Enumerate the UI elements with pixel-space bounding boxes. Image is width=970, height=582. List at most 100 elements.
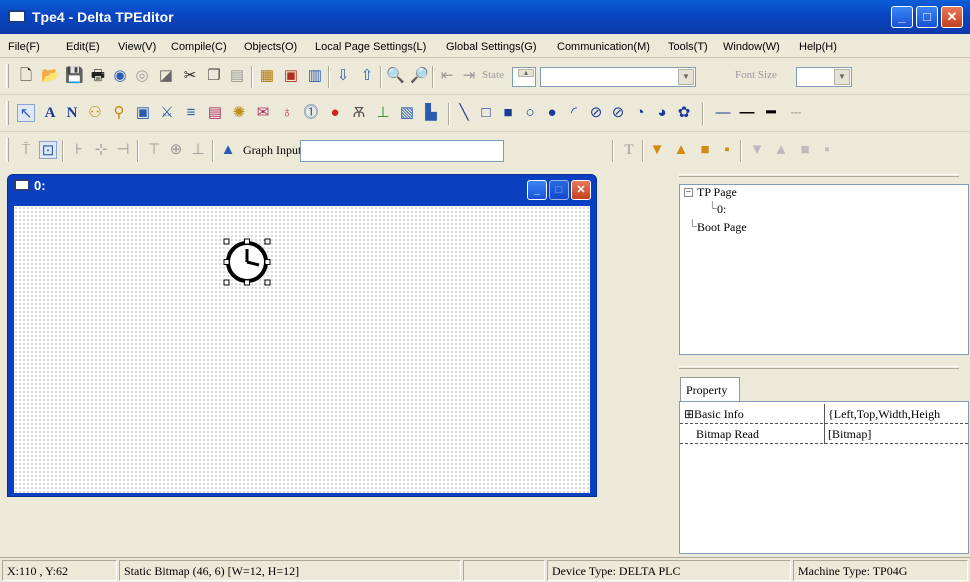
page-settings-icon[interactable]: ▦ (258, 67, 276, 85)
bitmap-icon[interactable]: ▥ (306, 67, 324, 85)
trend-graph-icon[interactable]: ▧ (398, 104, 416, 122)
panel-grip[interactable] (679, 174, 959, 177)
align-center-vertical-icon[interactable]: ⍑ (17, 141, 35, 159)
layer-forward-icon[interactable]: ■ (696, 141, 714, 159)
pipe-icon[interactable]: ✺ (230, 104, 248, 122)
xy-chart-icon[interactable]: ▙ (422, 104, 440, 122)
state-spinner[interactable]: ▴ (512, 67, 536, 87)
filled-circle-icon[interactable]: ● (543, 104, 561, 122)
menu-compile[interactable]: Compile(C) (171, 41, 227, 53)
transfer-up-icon[interactable]: ⇧ (358, 67, 376, 85)
text-format-icon[interactable]: T (620, 141, 638, 159)
maximize-button[interactable]: □ (916, 6, 938, 28)
menu-view[interactable]: View(V) (118, 41, 156, 53)
gauge-icon[interactable]: Ѫ (350, 104, 368, 122)
filled-pie-icon[interactable]: ◕ (653, 104, 671, 122)
clock-bitmap-object[interactable] (223, 238, 271, 286)
design-canvas[interactable] (14, 206, 590, 493)
input-object-icon[interactable]: ⊥ (374, 104, 392, 122)
layer-front-icon[interactable]: ▪ (718, 141, 736, 159)
chord-icon[interactable]: ⊘ (609, 104, 627, 122)
property-row[interactable]: ⊞Basic Info {Left,Top,Width,Heigh (680, 404, 968, 424)
page-window[interactable]: 0: _ □ ✕ (7, 174, 597, 497)
print-icon[interactable]: 🖶 (89, 67, 107, 85)
menu-objects[interactable]: Objects(O) (244, 41, 297, 53)
align-bottom-icon[interactable]: ⊥ (189, 141, 207, 159)
align-center-icon[interactable]: ⊡ (39, 141, 57, 159)
state-select[interactable]: ▼ (540, 67, 696, 87)
color-fill-icon[interactable]: ▲ (219, 141, 237, 159)
switch-icon[interactable]: ⚔ (158, 104, 176, 122)
polygon-icon[interactable]: ✿ (675, 104, 693, 122)
upload-icon[interactable]: ◎ (133, 67, 151, 85)
bar-graph-icon[interactable]: ▤ (206, 104, 224, 122)
copy-icon[interactable]: ❐ (205, 67, 223, 85)
page-maximize-button[interactable]: □ (549, 180, 569, 200)
layer-top-icon[interactable]: ▲ (672, 141, 690, 159)
multi-button-icon[interactable]: ⚇ (86, 104, 104, 122)
open-folder-icon[interactable]: 📂 (41, 67, 60, 85)
graph-input-field[interactable] (300, 140, 504, 162)
layer-up-icon[interactable]: ▼ (648, 141, 666, 159)
download-icon[interactable]: ◉ (111, 67, 129, 85)
align-middle-icon[interactable]: ⊕ (167, 141, 185, 159)
menu-global-settings[interactable]: Global Settings(G) (446, 41, 536, 53)
font-size-select[interactable]: ▼ (796, 67, 852, 87)
rectangle-icon[interactable]: □ (477, 104, 495, 122)
page-close-button[interactable]: ✕ (571, 180, 591, 200)
counter-icon[interactable]: ⓵ (302, 104, 320, 122)
menu-local-page-settings[interactable]: Local Page Settings(L) (315, 41, 426, 53)
cut-icon[interactable]: ✂ (181, 67, 199, 85)
tree-collapse-icon[interactable]: − (684, 188, 693, 198)
menu-help[interactable]: Help(H) (799, 41, 837, 53)
transfer-down-icon[interactable]: ⇩ (334, 67, 352, 85)
tree-node-boot-page[interactable]: Boot Page (697, 220, 747, 235)
meter-icon[interactable]: ≡ (182, 104, 200, 122)
minimize-button[interactable]: _ (891, 6, 913, 28)
tree-node-tp-page[interactable]: TP Page (697, 185, 737, 200)
lamp-icon[interactable]: ● (326, 104, 344, 122)
numeric-tool-icon[interactable]: N (63, 104, 81, 122)
align-right-icon[interactable]: ⊣ (114, 141, 132, 159)
panel-grip[interactable] (679, 366, 959, 369)
menu-file[interactable]: File(F) (8, 41, 40, 53)
window-object-icon[interactable]: ▣ (134, 104, 152, 122)
tab-property[interactable]: Property (680, 377, 740, 401)
arc-icon[interactable]: ◜ (565, 104, 583, 122)
state-next-icon[interactable]: ⇥ (460, 67, 478, 85)
pie-icon[interactable]: ◔ (631, 104, 649, 122)
select-pointer-icon[interactable]: ↖ (17, 104, 35, 122)
line-medium-icon[interactable]: — (736, 104, 758, 122)
line-dotted-icon[interactable]: ┈┈ (785, 104, 807, 122)
layer-back-icon[interactable]: ▪ (818, 141, 836, 159)
message-icon[interactable]: ✉ (254, 104, 272, 122)
zoom-in-icon[interactable]: 🔍 (386, 67, 405, 85)
line-icon[interactable]: ╲ (455, 104, 473, 122)
text-tool-icon[interactable]: A (41, 104, 59, 122)
line-thin-icon[interactable]: — (712, 104, 734, 122)
zoom-out-icon[interactable]: 🔎 (410, 67, 429, 85)
tree-node-page-0[interactable]: 0: (717, 202, 726, 217)
menu-edit[interactable]: Edit(E) (66, 41, 100, 53)
line-thick-icon[interactable]: ━ (760, 104, 782, 122)
align-top-icon[interactable]: ⊤ (145, 141, 163, 159)
align-hcenter-icon[interactable]: ⊹ (92, 141, 110, 159)
import-icon[interactable]: ▣ (282, 67, 300, 85)
property-row[interactable]: Bitmap Read [Bitmap] (680, 424, 968, 444)
new-file-icon[interactable]: 🗋 (17, 67, 35, 85)
menu-communication[interactable]: Communication(M) (557, 41, 650, 53)
sector-icon[interactable]: ⊘ (587, 104, 605, 122)
layer-backward-icon[interactable]: ■ (796, 141, 814, 159)
menu-tools[interactable]: Tools(T) (668, 41, 708, 53)
menu-window[interactable]: Window(W) (723, 41, 780, 53)
eraser-icon[interactable]: ◪ (157, 67, 175, 85)
save-icon[interactable]: 💾 (65, 67, 84, 85)
layer-down-icon[interactable]: ▼ (748, 141, 766, 159)
alarm-icon[interactable]: ♁ (278, 104, 296, 122)
align-left-icon[interactable]: ⊦ (70, 141, 88, 159)
button-icon[interactable]: ⚲ (110, 104, 128, 122)
paste-icon[interactable]: ▤ (228, 67, 246, 85)
state-prev-icon[interactable]: ⇤ (438, 67, 456, 85)
filled-rectangle-icon[interactable]: ■ (499, 104, 517, 122)
layer-bottom-icon[interactable]: ▲ (772, 141, 790, 159)
